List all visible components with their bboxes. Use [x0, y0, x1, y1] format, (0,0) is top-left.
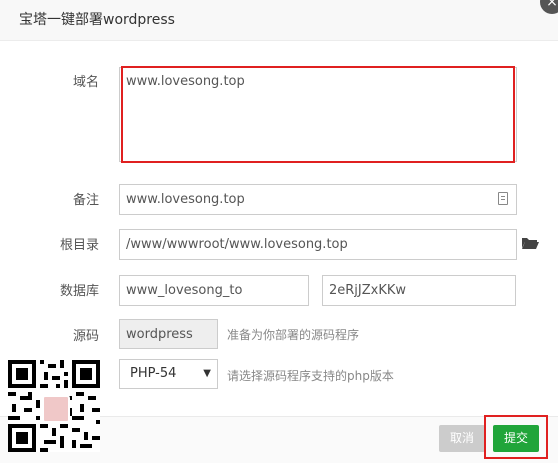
source-label: 源码: [72, 329, 99, 344]
php-version-selected: PHP-54: [130, 366, 177, 381]
notes-input[interactable]: www.lovesong.top: [119, 184, 517, 215]
notes-icon[interactable]: [498, 192, 508, 205]
database-name-input[interactable]: www_lovesong_to: [119, 275, 309, 306]
avatar-image: [42, 395, 70, 423]
database-password-input[interactable]: 2eRjJZxKKw: [322, 275, 516, 306]
php-version-select[interactable]: PHP-54 ▼: [119, 359, 218, 389]
database-name-value: www_lovesong_to: [126, 283, 243, 298]
cancel-button[interactable]: 取消: [439, 425, 485, 452]
deploy-dialog: 宝塔一键部署wordpress × 域名 www.lovesong.top 备注…: [0, 0, 558, 463]
notes-input-value: www.lovesong.top: [126, 192, 245, 207]
source-readonly-field: wordpress: [119, 319, 218, 349]
dialog-title-bar: 宝塔一键部署wordpress: [0, 0, 558, 41]
root-dir-label: 根目录: [59, 238, 99, 253]
root-dir-value: /www/wwwroot/www.lovesong.top: [126, 237, 348, 252]
root-dir-input[interactable]: /www/wwwroot/www.lovesong.top: [119, 229, 517, 260]
database-label: 数据库: [59, 284, 99, 299]
notes-label: 备注: [72, 193, 99, 208]
database-password-value: 2eRjJZxKKw: [329, 283, 407, 298]
dialog-title: 宝塔一键部署wordpress: [19, 12, 175, 28]
domain-textarea[interactable]: www.lovesong.top: [119, 67, 517, 162]
submit-button[interactable]: 提交: [493, 425, 539, 452]
domain-label: 域名: [72, 75, 99, 90]
chevron-down-icon: ▼: [203, 368, 211, 379]
folder-icon[interactable]: [521, 236, 539, 250]
source-hint: 准备为你部署的源码程序: [227, 328, 360, 342]
source-value: wordpress: [126, 327, 193, 342]
php-version-hint: 请选择源码程序支持的php版本: [227, 369, 394, 383]
